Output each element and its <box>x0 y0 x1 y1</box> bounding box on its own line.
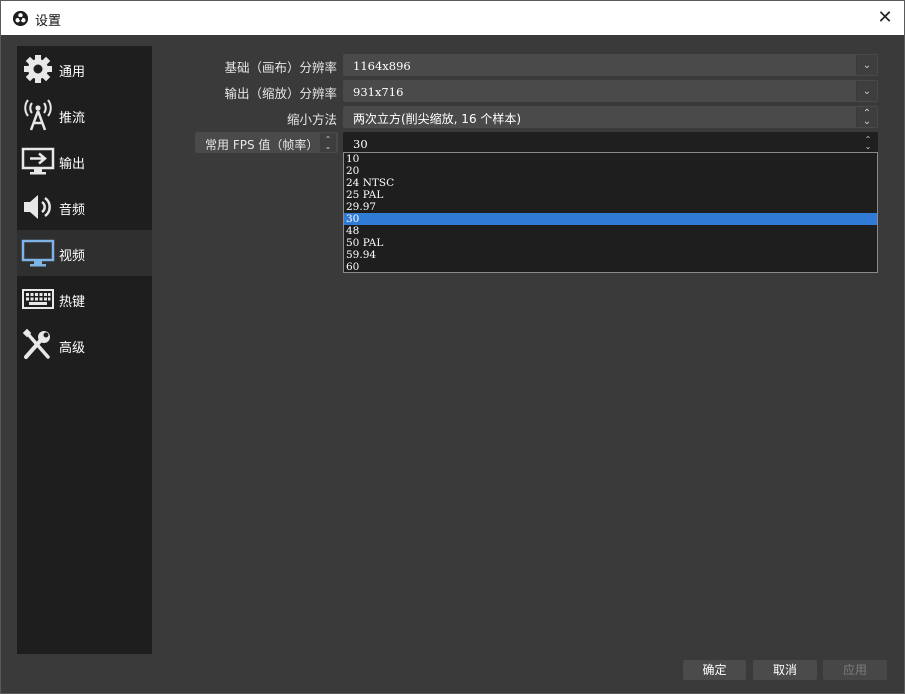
fps-option[interactable]: 25 PAL <box>344 189 877 201</box>
sidebar-item-stream[interactable]: 推流 <box>17 92 152 138</box>
sidebar-item-label: 热键 <box>59 291 85 310</box>
wrench-screwdriver-icon <box>21 328 55 362</box>
sidebar-item-video[interactable]: 视频 <box>17 230 152 276</box>
sidebar-item-output[interactable]: 输出 <box>17 138 152 184</box>
fps-option[interactable]: 20 <box>344 165 877 177</box>
chevron-down-icon[interactable]: ⌄ <box>856 81 877 101</box>
sidebar-item-label: 音频 <box>59 199 85 218</box>
fps-value-combo[interactable]: 30 ⌃⌄ <box>343 132 878 153</box>
fps-option[interactable]: 24 NTSC <box>344 177 877 189</box>
base-resolution-value: 1164x896 <box>353 59 411 73</box>
fps-option-selected[interactable]: 30 <box>344 213 877 225</box>
sidebar-item-general[interactable]: 通用 <box>17 46 152 92</box>
settings-content: 通用 推流 输出 <box>1 35 904 693</box>
sidebar-item-audio[interactable]: 音频 <box>17 184 152 230</box>
fps-option[interactable]: 59.94 <box>344 249 877 261</box>
obs-logo-icon <box>13 11 28 26</box>
base-resolution-combo[interactable]: 1164x896 ⌄ <box>343 54 878 76</box>
fps-type-select[interactable]: 常用 FPS 值（帧率） ⌃⌄ <box>195 132 338 153</box>
keyboard-icon <box>21 282 55 316</box>
window-title: 设置 <box>35 10 61 29</box>
base-resolution-label: 基础（画布）分辨率 <box>161 57 337 76</box>
display-monitor-icon <box>21 236 55 270</box>
downscale-filter-label: 缩小方法 <box>161 109 337 128</box>
updown-arrows-icon[interactable]: ⌃⌄ <box>860 133 876 152</box>
fps-dropdown-list[interactable]: 10 20 24 NTSC 25 PAL 29.97 30 48 50 PAL … <box>343 152 878 273</box>
output-resolution-combo[interactable]: 931x716 ⌄ <box>343 80 878 102</box>
sidebar-item-label: 推流 <box>59 107 85 126</box>
close-button[interactable]: ✕ <box>874 7 896 29</box>
title-bar: 设置 ✕ <box>1 1 904 35</box>
sidebar-item-hotkeys[interactable]: 热键 <box>17 276 152 322</box>
settings-sidebar: 通用 推流 输出 <box>17 46 152 654</box>
gear-icon <box>21 52 55 86</box>
fps-option[interactable]: 48 <box>344 225 877 237</box>
output-resolution-value: 931x716 <box>353 85 403 99</box>
sidebar-item-label: 通用 <box>59 61 85 80</box>
sidebar-item-label: 视频 <box>59 245 85 264</box>
downscale-filter-combo[interactable]: 两次立方(削尖缩放, 16 个样本) ⌃⌄ <box>343 106 878 128</box>
sidebar-item-label: 输出 <box>59 153 85 172</box>
fps-option[interactable]: 50 PAL <box>344 237 877 249</box>
fps-value: 30 <box>353 137 368 151</box>
sidebar-item-advanced[interactable]: 高级 <box>17 322 152 368</box>
fps-option[interactable]: 60 <box>344 261 877 273</box>
downscale-filter-value: 两次立方(削尖缩放, 16 个样本) <box>353 110 521 127</box>
speaker-icon <box>21 190 55 224</box>
output-resolution-label: 输出（缩放）分辨率 <box>161 83 337 102</box>
updown-arrows-icon[interactable]: ⌃⌄ <box>320 133 336 152</box>
ok-button[interactable]: 确定 <box>683 660 746 680</box>
fps-option[interactable]: 10 <box>344 153 877 165</box>
broadcast-antenna-icon <box>21 98 55 132</box>
settings-window: 设置 ✕ <box>0 0 905 694</box>
fps-type-label: 常用 FPS 值（帧率） <box>205 136 318 153</box>
apply-button[interactable]: 应用 <box>823 660 887 680</box>
output-monitor-icon <box>21 144 55 178</box>
close-icon: ✕ <box>877 7 892 28</box>
chevron-down-icon[interactable]: ⌄ <box>856 55 877 75</box>
fps-option[interactable]: 29.97 <box>344 201 877 213</box>
sidebar-item-label: 高级 <box>59 337 85 356</box>
cancel-button[interactable]: 取消 <box>753 660 817 680</box>
updown-arrows-icon[interactable]: ⌃⌄ <box>856 107 877 127</box>
